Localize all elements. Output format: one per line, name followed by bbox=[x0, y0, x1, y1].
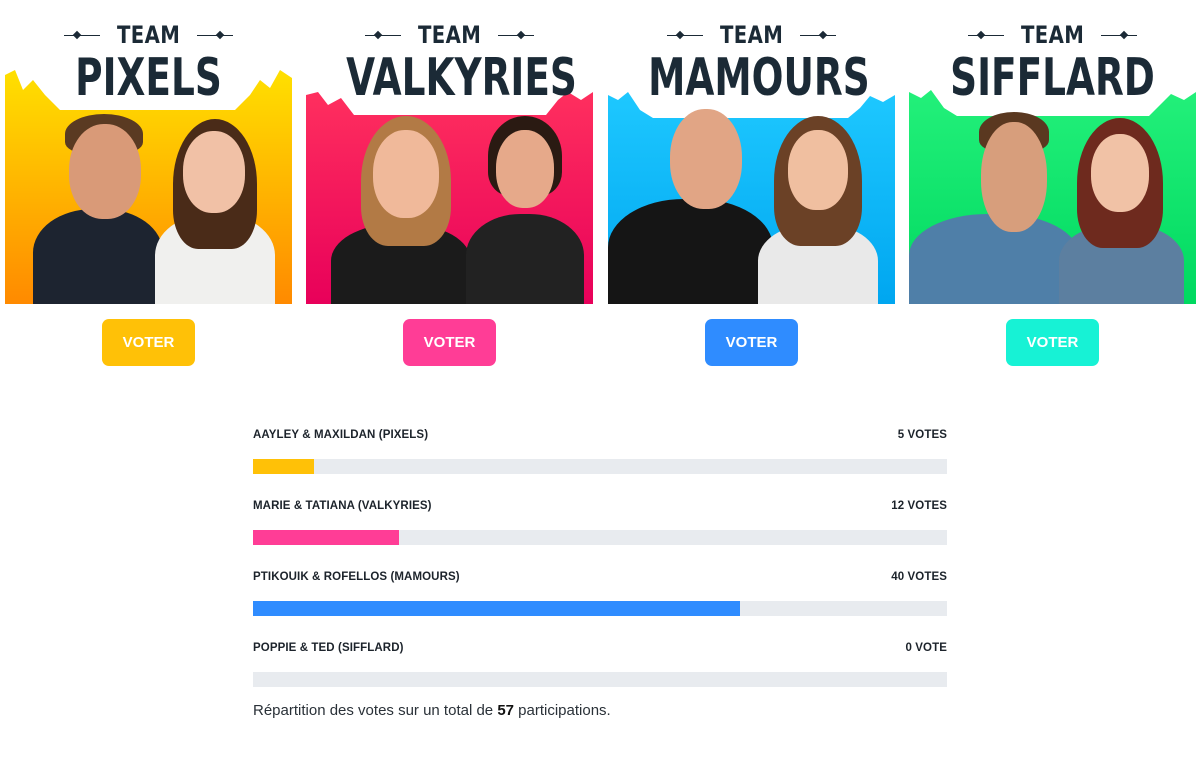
vote-results: AAYLEY & MAXILDAN (PIXELS) 5 VOTES MARIE… bbox=[253, 420, 947, 704]
result-votes: 12 VOTES bbox=[891, 500, 947, 512]
progress-fill bbox=[253, 530, 400, 545]
summary-text-after: participations. bbox=[514, 702, 611, 719]
result-row: AAYLEY & MAXILDAN (PIXELS) 5 VOTES bbox=[253, 420, 947, 491]
banner-title: TEAM VALKYRIES bbox=[306, 20, 593, 106]
progress-track bbox=[253, 601, 947, 616]
progress-track bbox=[253, 672, 947, 687]
team-card-mamours: TEAM MAMOURS VOTER bbox=[608, 0, 895, 370]
progress-fill bbox=[253, 601, 741, 616]
team-card-sifflard: TEAM SIFFLARD VOTER bbox=[909, 0, 1196, 370]
member-photo-right bbox=[155, 119, 275, 304]
team-word: TEAM bbox=[417, 21, 482, 49]
team-name: SIFFLARD bbox=[950, 48, 1155, 108]
member-photo-left bbox=[608, 109, 773, 304]
member-photo-right bbox=[758, 116, 878, 304]
result-label: AAYLEY & MAXILDAN (PIXELS) bbox=[253, 429, 429, 441]
result-label: PTIKOUIK & ROFELLOS (MAMOURS) bbox=[253, 571, 460, 583]
member-photo-right bbox=[466, 116, 584, 304]
result-row: POPPIE & TED (SIFFLARD) 0 VOTE bbox=[253, 633, 947, 704]
member-photo-left bbox=[331, 116, 471, 304]
teams-grid: TEAM PIXELS VOTER TEAM VALKYRIES VOTER T… bbox=[5, 0, 1197, 370]
team-banner: TEAM VALKYRIES bbox=[306, 0, 593, 304]
results-summary: Répartition des votes sur un total de 57… bbox=[253, 702, 611, 719]
banner-title: TEAM PIXELS bbox=[5, 20, 292, 106]
result-votes: 5 VOTES bbox=[897, 429, 947, 441]
team-word: TEAM bbox=[1020, 21, 1085, 49]
team-word: TEAM bbox=[116, 21, 181, 49]
team-name: VALKYRIES bbox=[346, 48, 577, 108]
summary-total: 57 bbox=[497, 702, 514, 719]
banner-title: TEAM MAMOURS bbox=[608, 20, 895, 106]
team-card-valkyries: TEAM VALKYRIES VOTER bbox=[306, 0, 593, 370]
vote-button-valkyries[interactable]: VOTER bbox=[403, 319, 496, 366]
team-banner: TEAM MAMOURS bbox=[608, 0, 895, 304]
team-name: PIXELS bbox=[75, 48, 222, 108]
vote-button-mamours[interactable]: VOTER bbox=[705, 319, 798, 366]
progress-track bbox=[253, 459, 947, 474]
progress-fill bbox=[253, 459, 314, 474]
result-votes: 40 VOTES bbox=[891, 571, 947, 583]
result-row: PTIKOUIK & ROFELLOS (MAMOURS) 40 VOTES bbox=[253, 562, 947, 633]
member-photo-left bbox=[33, 114, 163, 304]
vote-button-sifflard[interactable]: VOTER bbox=[1006, 319, 1099, 366]
team-banner: TEAM PIXELS bbox=[5, 0, 292, 304]
result-votes: 0 VOTE bbox=[905, 642, 947, 654]
banner-title: TEAM SIFFLARD bbox=[909, 20, 1196, 106]
member-photo-left bbox=[909, 112, 1079, 304]
team-word: TEAM bbox=[719, 21, 784, 49]
progress-track bbox=[253, 530, 947, 545]
team-banner: TEAM SIFFLARD bbox=[909, 0, 1196, 304]
team-card-pixels: TEAM PIXELS VOTER bbox=[5, 0, 292, 370]
result-label: MARIE & TATIANA (VALKYRIES) bbox=[253, 500, 432, 512]
result-label: POPPIE & TED (SIFFLARD) bbox=[253, 642, 404, 654]
member-photo-right bbox=[1059, 118, 1184, 304]
summary-text-before: Répartition des votes sur un total de bbox=[253, 702, 498, 719]
team-name: MAMOURS bbox=[648, 48, 870, 108]
result-row: MARIE & TATIANA (VALKYRIES) 12 VOTES bbox=[253, 491, 947, 562]
vote-button-pixels[interactable]: VOTER bbox=[102, 319, 195, 366]
